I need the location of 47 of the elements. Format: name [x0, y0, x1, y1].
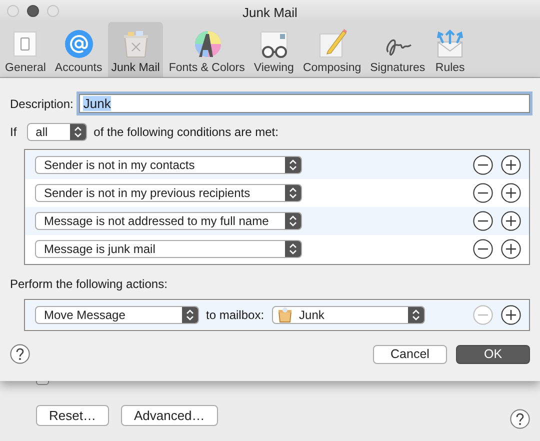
add-button[interactable]	[501, 211, 521, 231]
toolbar-tab[interactable]: Viewing	[250, 22, 297, 77]
ok-button[interactable]: OK	[456, 344, 530, 364]
mailbox-label: to mailbox:	[206, 308, 264, 322]
toolbar-tab[interactable]: General	[2, 22, 49, 77]
at-sign-icon	[62, 28, 95, 60]
updown-arrows-icon	[285, 241, 301, 257]
remove-button[interactable]	[473, 183, 493, 203]
conditions-label: of the following conditions are met:	[94, 125, 278, 139]
remove-button[interactable]	[473, 239, 493, 259]
condition-popup[interactable]: Sender is not in my previous recipients	[35, 184, 302, 202]
remove-button[interactable]	[473, 155, 493, 175]
updown-arrows-icon	[285, 213, 301, 229]
description-field[interactable]: Junk	[79, 94, 530, 113]
description-label: Description:	[10, 96, 74, 110]
updown-arrows-icon	[285, 185, 301, 201]
cancel-button[interactable]: Cancel	[373, 344, 447, 364]
updown-arrows-icon	[182, 307, 198, 323]
actions-label: Perform the following actions:	[10, 277, 168, 291]
toolbar-tab[interactable]: Signatures	[367, 22, 428, 77]
add-button[interactable]	[501, 305, 521, 325]
condition-popup[interactable]: Message is junk mail	[35, 240, 302, 258]
toolbar-tab[interactable]: Junk Mail	[108, 22, 163, 77]
toolbar-tab[interactable]: Composing	[300, 22, 364, 77]
toolbar-tab[interactable]: Rules	[431, 22, 470, 77]
if-label: If	[10, 125, 17, 139]
updown-arrows-icon	[70, 124, 86, 140]
toolbar-tab[interactable]: Fonts & Colors	[166, 22, 248, 77]
mailbox-popup[interactable]: Junk	[272, 306, 426, 324]
help-button[interactable]	[510, 409, 530, 429]
updown-arrows-icon	[285, 157, 301, 173]
action-popup[interactable]: Move Message	[35, 306, 199, 324]
add-button[interactable]	[501, 239, 521, 259]
updown-arrows-icon	[408, 307, 424, 323]
condition-popup[interactable]: Message is not addressed to my full name	[35, 212, 302, 230]
reset-button[interactable]: Reset…	[36, 405, 109, 426]
condition-popup[interactable]: Sender is not in my contacts	[35, 156, 302, 174]
add-button[interactable]	[501, 155, 521, 175]
advanced-button[interactable]: Advanced…	[120, 405, 218, 426]
match-popup[interactable]: all	[26, 123, 87, 141]
help-button[interactable]	[10, 344, 30, 364]
minimize-button[interactable]	[27, 5, 39, 17]
remove-button[interactable]	[473, 211, 493, 231]
toolbar-tab[interactable]: Accounts	[52, 22, 106, 77]
trash-bin-icon	[277, 307, 294, 323]
window-title: Junk Mail	[242, 4, 298, 20]
add-button[interactable]	[501, 183, 521, 203]
